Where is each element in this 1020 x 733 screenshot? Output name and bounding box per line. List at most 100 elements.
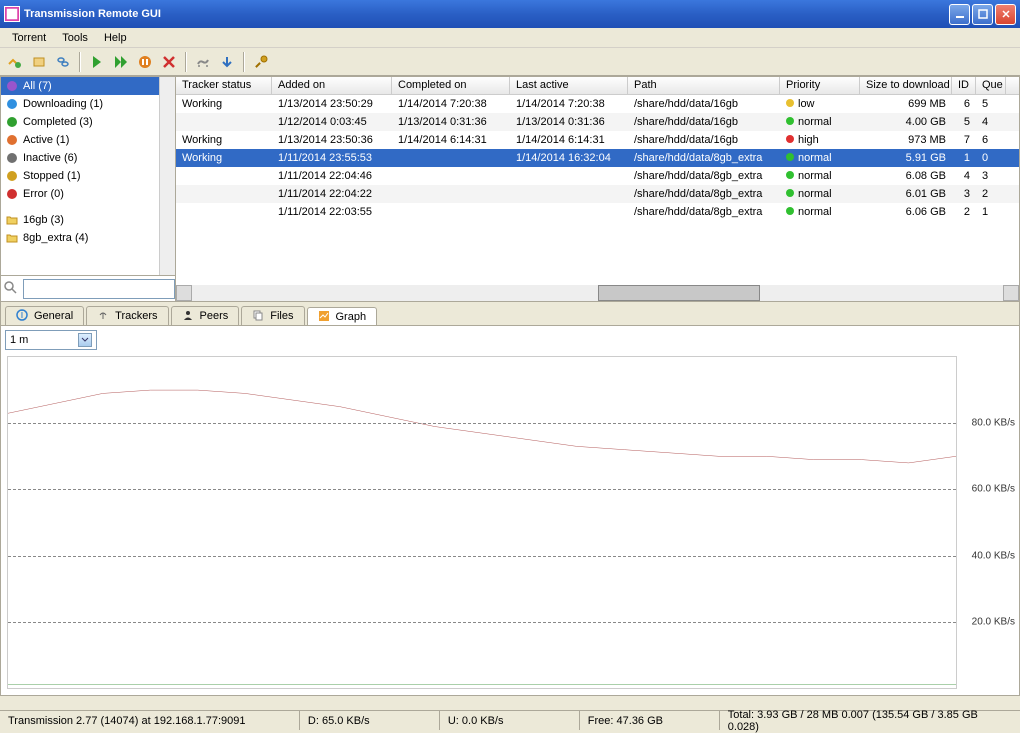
add-torrent-button[interactable]: [28, 51, 50, 73]
table-row[interactable]: Working 1/11/2014 23:55:53 1/14/2014 16:…: [176, 149, 1019, 167]
down-icon: [5, 97, 19, 111]
files-icon: [252, 309, 266, 323]
close-button[interactable]: [995, 4, 1016, 25]
table-row[interactable]: 1/11/2014 22:03:55 /share/hdd/data/8gb_e…: [176, 203, 1019, 221]
svg-text:i: i: [21, 309, 23, 321]
table-row[interactable]: Working 1/13/2014 23:50:36 1/14/2014 6:1…: [176, 131, 1019, 149]
priority-dot-icon: [786, 99, 794, 107]
filter-item[interactable]: Completed (3): [1, 113, 159, 131]
y-axis-label: 80.0 KB/s: [972, 417, 1015, 428]
column-headers: Tracker status Added on Completed on Las…: [176, 77, 1019, 95]
settings-button[interactable]: [250, 51, 272, 73]
connect-button[interactable]: [4, 51, 26, 73]
menu-bar: Torrent Tools Help: [0, 28, 1020, 48]
status-upload: U: 0.0 KB/s: [440, 711, 580, 730]
filter-label: Completed (3): [23, 116, 93, 128]
torrent-list: Tracker status Added on Completed on Las…: [176, 76, 1020, 302]
priority-dot-icon: [786, 189, 794, 197]
col-priority[interactable]: Priority: [780, 77, 860, 94]
col-queue[interactable]: Que: [976, 77, 1006, 94]
filter-label: Downloading (1): [23, 98, 103, 110]
y-axis-label: 20.0 KB/s: [972, 617, 1015, 628]
folder-item[interactable]: 8gb_extra (4): [1, 229, 159, 247]
col-id[interactable]: ID: [952, 77, 976, 94]
filter-item[interactable]: Stopped (1): [1, 167, 159, 185]
menu-tools[interactable]: Tools: [54, 30, 96, 46]
folder-item[interactable]: 16gb (3): [1, 211, 159, 229]
tab-graph[interactable]: Graph: [307, 307, 378, 326]
menu-help[interactable]: Help: [96, 30, 135, 46]
x-icon: [5, 187, 19, 201]
filter-label: Stopped (1): [23, 170, 80, 182]
priority-dot-icon: [786, 153, 794, 161]
tab-files[interactable]: Files: [241, 306, 304, 325]
status-bar: Transmission 2.77 (14074) at 192.168.1.7…: [0, 710, 1020, 730]
star-icon: [5, 79, 19, 93]
filter-item[interactable]: Error (0): [1, 185, 159, 203]
filter-item[interactable]: Downloading (1): [1, 95, 159, 113]
table-row[interactable]: 1/11/2014 22:04:46 /share/hdd/data/8gb_e…: [176, 167, 1019, 185]
start-all-button[interactable]: [110, 51, 132, 73]
remove-button[interactable]: [158, 51, 180, 73]
tab-trackers[interactable]: Trackers: [86, 306, 168, 325]
filter-item[interactable]: All (7): [1, 77, 159, 95]
status-download: D: 65.0 KB/s: [300, 711, 440, 730]
filter-label: Active (1): [23, 134, 69, 146]
y-axis-label: 40.0 KB/s: [972, 550, 1015, 561]
app-icon: [4, 6, 20, 22]
tab-general[interactable]: iGeneral: [5, 306, 84, 325]
search-input[interactable]: [23, 279, 175, 299]
chevron-down-icon: [78, 333, 92, 347]
folder-icon: [5, 213, 19, 227]
priority-dot-icon: [786, 171, 794, 179]
alt-speed-button[interactable]: [192, 51, 214, 73]
col-completed-on[interactable]: Completed on: [392, 77, 510, 94]
move-down-button[interactable]: [216, 51, 238, 73]
start-button[interactable]: [86, 51, 108, 73]
y-axis-label: 60.0 KB/s: [972, 484, 1015, 495]
speed-chart: [7, 356, 957, 689]
sidebar-scrollbar[interactable]: [159, 77, 175, 275]
folder-label: 8gb_extra (4): [23, 232, 88, 244]
table-row[interactable]: 1/11/2014 22:04:22 /share/hdd/data/8gb_e…: [176, 185, 1019, 203]
col-tracker-status[interactable]: Tracker status: [176, 77, 272, 94]
menu-torrent[interactable]: Torrent: [4, 30, 54, 46]
time-range-select[interactable]: 1 m: [5, 330, 97, 350]
antenna-icon: [97, 309, 111, 323]
horizontal-scrollbar[interactable]: [176, 285, 1019, 301]
updown-icon: [5, 133, 19, 147]
status-total: Total: 3.93 GB / 28 MB 0.007 (135.54 GB …: [720, 711, 1020, 730]
maximize-button[interactable]: [972, 4, 993, 25]
filter-item[interactable]: Inactive (6): [1, 149, 159, 167]
table-row[interactable]: Working 1/13/2014 23:50:29 1/14/2014 7:2…: [176, 95, 1019, 113]
filter-item[interactable]: Active (1): [1, 131, 159, 149]
priority-dot-icon: [786, 135, 794, 143]
col-size-to-download[interactable]: Size to download: [860, 77, 952, 94]
title-bar: Transmission Remote GUI: [0, 0, 1020, 28]
info-icon: i: [16, 309, 30, 323]
window-title: Transmission Remote GUI: [24, 8, 949, 20]
person-icon: [182, 309, 196, 323]
toolbar: [0, 48, 1020, 76]
priority-dot-icon: [786, 207, 794, 215]
status-connection: Transmission 2.77 (14074) at 192.168.1.7…: [0, 711, 300, 730]
col-last-active[interactable]: Last active: [510, 77, 628, 94]
pause-icon: [5, 169, 19, 183]
stop-icon: [5, 151, 19, 165]
status-free: Free: 47.36 GB: [580, 711, 720, 730]
check-icon: [5, 115, 19, 129]
filter-label: Inactive (6): [23, 152, 77, 164]
priority-dot-icon: [786, 117, 794, 125]
col-added-on[interactable]: Added on: [272, 77, 392, 94]
tab-peers[interactable]: Peers: [171, 306, 240, 325]
filter-label: All (7): [23, 80, 52, 92]
graph-icon: [318, 310, 332, 324]
minimize-button[interactable]: [949, 4, 970, 25]
col-path[interactable]: Path: [628, 77, 780, 94]
add-link-button[interactable]: [52, 51, 74, 73]
pause-button[interactable]: [134, 51, 156, 73]
table-row[interactable]: 1/12/2014 0:03:45 1/13/2014 0:31:36 1/13…: [176, 113, 1019, 131]
folder-icon: [5, 231, 19, 245]
detail-tabs: iGeneral Trackers Peers Files Graph: [1, 302, 1019, 325]
folder-label: 16gb (3): [23, 214, 64, 226]
